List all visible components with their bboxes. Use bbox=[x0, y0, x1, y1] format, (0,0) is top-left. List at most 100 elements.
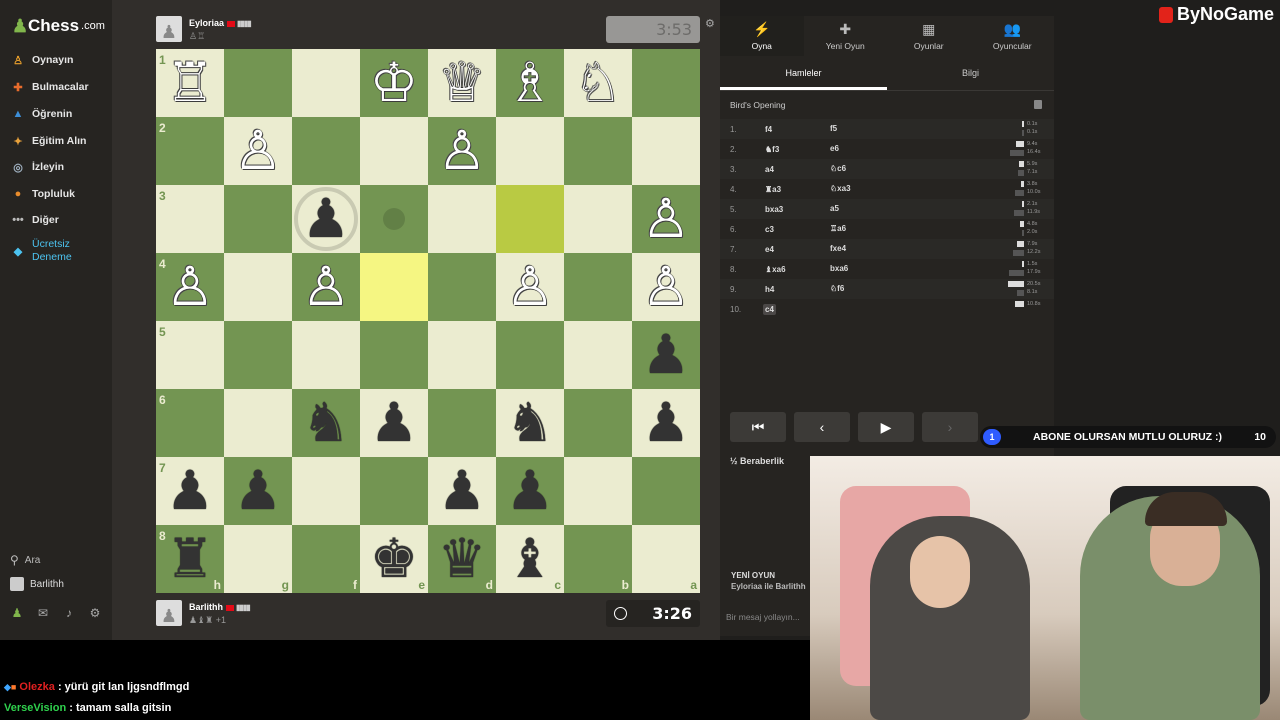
board-square[interactable] bbox=[224, 389, 292, 457]
board-square[interactable]: ♕ bbox=[428, 49, 496, 117]
board-square[interactable] bbox=[360, 321, 428, 389]
board-square[interactable]: ♙ bbox=[428, 117, 496, 185]
board-square[interactable]: ♟ bbox=[632, 389, 700, 457]
board-square[interactable]: 1 ♖ bbox=[156, 49, 224, 117]
board-square[interactable]: ♙ bbox=[632, 253, 700, 321]
white-move[interactable]: ♝xa6 bbox=[763, 264, 788, 275]
black-move[interactable]: a5 bbox=[830, 204, 839, 213]
white-piece-icon[interactable]: ♙ bbox=[438, 117, 486, 185]
board-square[interactable] bbox=[292, 321, 360, 389]
black-move[interactable]: bxa6 bbox=[830, 264, 848, 273]
board-square[interactable]: a bbox=[632, 525, 700, 593]
board-square[interactable] bbox=[292, 49, 360, 117]
board-square[interactable] bbox=[428, 185, 496, 253]
white-move[interactable]: a4 bbox=[763, 164, 776, 175]
board-square[interactable]: ♟ bbox=[292, 185, 360, 253]
board-square[interactable] bbox=[292, 457, 360, 525]
prev-move-button[interactable]: ‹ bbox=[794, 412, 850, 442]
white-move[interactable]: ♜a3 bbox=[763, 184, 783, 195]
black-piece-icon[interactable]: ♟ bbox=[166, 457, 214, 525]
board-square[interactable] bbox=[496, 321, 564, 389]
board-square[interactable]: ♘ bbox=[564, 49, 632, 117]
board-square[interactable]: ♟ bbox=[428, 457, 496, 525]
board-square[interactable] bbox=[632, 457, 700, 525]
sidebar-item-3[interactable]: ▲ Öğrenin bbox=[10, 106, 73, 122]
white-piece-icon[interactable]: ♙ bbox=[642, 185, 690, 253]
tab-3[interactable]: ▦ Oyunlar bbox=[887, 16, 971, 56]
board-square[interactable]: 3 bbox=[156, 185, 224, 253]
board-square[interactable]: e ♚ bbox=[360, 525, 428, 593]
board-square[interactable]: ♔ bbox=[360, 49, 428, 117]
top-player-name[interactable]: Eyloriaa ▮▮▮▮ bbox=[189, 18, 252, 28]
capture-hint[interactable] bbox=[294, 187, 358, 251]
white-piece-icon[interactable]: ♙ bbox=[506, 253, 554, 321]
black-piece-icon[interactable]: ♞ bbox=[506, 389, 554, 457]
board-square[interactable]: f bbox=[292, 525, 360, 593]
board-square[interactable] bbox=[428, 389, 496, 457]
white-piece-icon[interactable]: ♕ bbox=[438, 49, 486, 117]
tab-2[interactable]: ✚ Yeni Oyun bbox=[804, 16, 888, 56]
tab-4[interactable]: 👥 Oyuncular bbox=[971, 16, 1055, 56]
tab-info[interactable]: Bilgi bbox=[887, 63, 1054, 90]
board-square[interactable] bbox=[428, 253, 496, 321]
black-piece-icon[interactable]: ♛ bbox=[438, 525, 486, 593]
sidebar-item-8[interactable]: ◆ Ücretsiz Deneme bbox=[10, 238, 92, 264]
board-square[interactable]: ♟ bbox=[496, 457, 564, 525]
black-piece-icon[interactable]: ♟ bbox=[506, 457, 554, 525]
black-piece-icon[interactable]: ♟ bbox=[642, 389, 690, 457]
black-piece-icon[interactable]: ♟ bbox=[438, 457, 486, 525]
board-square[interactable]: c ♝ bbox=[496, 525, 564, 593]
board-square[interactable]: ♞ bbox=[292, 389, 360, 457]
board-square[interactable] bbox=[224, 321, 292, 389]
white-move[interactable]: c3 bbox=[763, 224, 776, 235]
board-square[interactable]: ♗ bbox=[496, 49, 564, 117]
white-piece-icon[interactable]: ♙ bbox=[166, 253, 214, 321]
user-link[interactable]: Barlithh bbox=[10, 577, 64, 591]
white-piece-icon[interactable]: ♖ bbox=[166, 49, 214, 117]
search-link[interactable]: ⚲ Ara bbox=[10, 553, 40, 567]
next-move-button[interactable]: ▶ bbox=[858, 412, 914, 442]
black-move[interactable]: ♘xa3 bbox=[830, 184, 851, 193]
black-piece-icon[interactable]: ♚ bbox=[370, 525, 418, 593]
white-piece-icon[interactable]: ♔ bbox=[370, 49, 418, 117]
board-square[interactable] bbox=[224, 253, 292, 321]
sidebar-item-2[interactable]: ✚ Bulmacalar bbox=[10, 79, 88, 95]
board-square[interactable]: ♙ bbox=[224, 117, 292, 185]
white-move[interactable]: bxa3 bbox=[763, 204, 785, 215]
forward-button[interactable]: › bbox=[922, 412, 978, 442]
board-square[interactable]: ♟ bbox=[224, 457, 292, 525]
white-piece-icon[interactable]: ♘ bbox=[574, 49, 622, 117]
board-square[interactable]: d ♛ bbox=[428, 525, 496, 593]
black-move[interactable]: f5 bbox=[830, 124, 837, 133]
board-square[interactable]: 8 h ♜ bbox=[156, 525, 224, 593]
board-square[interactable]: ♙ bbox=[496, 253, 564, 321]
board-square[interactable] bbox=[564, 185, 632, 253]
draw-button[interactable]: ½ Beraberlik bbox=[730, 456, 784, 466]
black-piece-icon[interactable]: ♞ bbox=[302, 389, 350, 457]
board-square[interactable] bbox=[632, 117, 700, 185]
avatar[interactable]: ♟ bbox=[156, 600, 182, 626]
board-square[interactable] bbox=[224, 185, 292, 253]
white-piece-icon[interactable]: ♗ bbox=[506, 49, 554, 117]
trash-icon[interactable] bbox=[1034, 100, 1042, 109]
board-square[interactable]: ♙ bbox=[292, 253, 360, 321]
white-move[interactable]: h4 bbox=[763, 284, 776, 295]
white-piece-icon[interactable]: ♙ bbox=[234, 117, 282, 185]
board-square[interactable] bbox=[496, 117, 564, 185]
avatar[interactable]: ♟ bbox=[156, 16, 182, 42]
black-piece-icon[interactable]: ♟ bbox=[234, 457, 282, 525]
board-square[interactable] bbox=[224, 49, 292, 117]
friends-icon[interactable]: ♟ bbox=[10, 606, 24, 620]
black-piece-icon[interactable]: ♜ bbox=[166, 525, 214, 593]
bottom-player-name[interactable]: Barlithh ▮▮▮▮ bbox=[189, 602, 251, 612]
board-square[interactable] bbox=[564, 117, 632, 185]
black-move[interactable]: ♘c6 bbox=[830, 164, 846, 173]
board-square[interactable]: 2 bbox=[156, 117, 224, 185]
board-square[interactable]: b bbox=[564, 525, 632, 593]
board-square[interactable]: ♟ bbox=[360, 389, 428, 457]
black-move[interactable]: ♖a6 bbox=[830, 224, 846, 233]
white-piece-icon[interactable]: ♙ bbox=[302, 253, 350, 321]
move-hint[interactable] bbox=[383, 208, 405, 230]
board-settings-icon[interactable]: ⚙ bbox=[705, 17, 715, 30]
black-move[interactable]: fxe4 bbox=[830, 244, 846, 253]
